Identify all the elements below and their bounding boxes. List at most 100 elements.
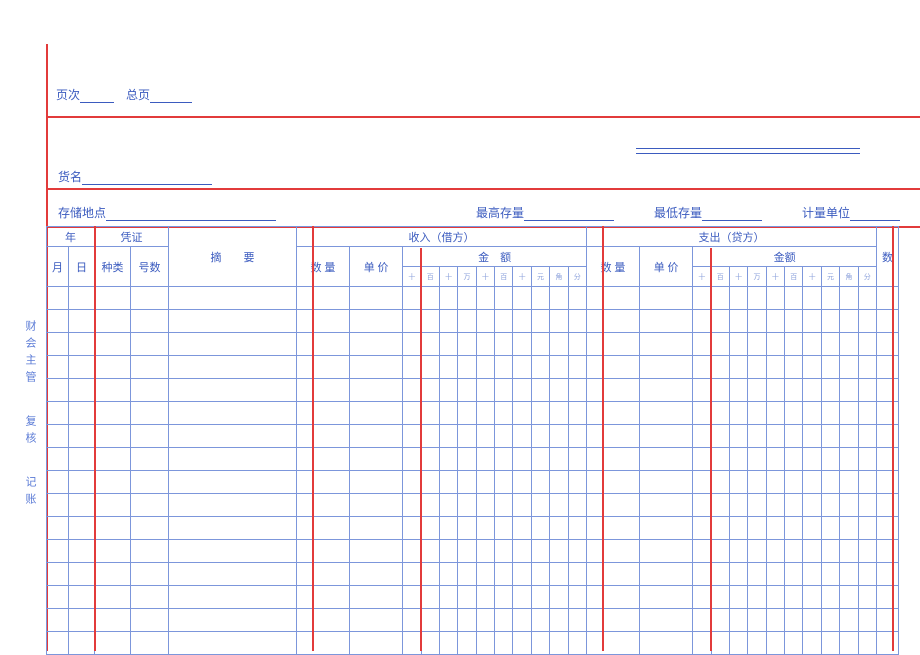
cell [858, 287, 876, 310]
sep-before-amount-in [420, 248, 422, 651]
cell [131, 356, 169, 379]
cell [785, 494, 803, 517]
table-row [47, 517, 899, 540]
cell [877, 540, 899, 563]
cell [840, 632, 858, 655]
cell [458, 517, 476, 540]
cell [95, 379, 131, 402]
cell [350, 402, 403, 425]
cell [421, 402, 439, 425]
cell [169, 287, 297, 310]
cell [439, 402, 457, 425]
cell [69, 356, 95, 379]
cell [403, 425, 421, 448]
cell [840, 333, 858, 356]
cell [766, 333, 784, 356]
cell [729, 333, 747, 356]
cell [587, 333, 640, 356]
cell [95, 287, 131, 310]
table-row [47, 356, 899, 379]
cell [350, 287, 403, 310]
cell [858, 310, 876, 333]
cell [821, 494, 839, 517]
cell [95, 471, 131, 494]
cell [421, 517, 439, 540]
h-price-out: 单 价 [640, 247, 693, 287]
cell [693, 563, 711, 586]
cell [69, 287, 95, 310]
cell [495, 356, 513, 379]
cell [748, 563, 766, 586]
cell [131, 402, 169, 425]
cell [131, 540, 169, 563]
cell [568, 425, 586, 448]
cell [711, 356, 729, 379]
cell [513, 517, 531, 540]
cell [766, 609, 784, 632]
cell [640, 402, 693, 425]
cell [766, 379, 784, 402]
cell [69, 609, 95, 632]
total-page-value [150, 90, 192, 103]
sep-before-amount-out [710, 248, 712, 651]
cell [476, 310, 494, 333]
table-row [47, 333, 899, 356]
cell [568, 471, 586, 494]
cell [350, 471, 403, 494]
cell [531, 333, 549, 356]
cell [495, 379, 513, 402]
cell [350, 356, 403, 379]
cell [877, 379, 899, 402]
storage-field: 存储地点 [58, 204, 276, 221]
cell [95, 517, 131, 540]
cell [729, 632, 747, 655]
cell [421, 287, 439, 310]
cell [297, 540, 350, 563]
cell [568, 310, 586, 333]
cell [640, 333, 693, 356]
cell [766, 402, 784, 425]
cell [766, 425, 784, 448]
cell [47, 471, 69, 494]
cell [169, 333, 297, 356]
cell [568, 356, 586, 379]
cell [495, 448, 513, 471]
max-stock-value [524, 208, 614, 221]
cell [439, 471, 457, 494]
cell [476, 402, 494, 425]
cell [587, 540, 640, 563]
cell [297, 563, 350, 586]
cell [803, 425, 821, 448]
cell [131, 632, 169, 655]
cell [748, 540, 766, 563]
table-row [47, 402, 899, 425]
cell [568, 517, 586, 540]
cell [568, 540, 586, 563]
page-no-label: 页次 [56, 88, 80, 102]
cell [729, 586, 747, 609]
cell [711, 632, 729, 655]
cell [495, 425, 513, 448]
cell [297, 356, 350, 379]
cell [495, 563, 513, 586]
cell [587, 563, 640, 586]
cell [47, 540, 69, 563]
cell [403, 632, 421, 655]
cell [47, 287, 69, 310]
cell [458, 609, 476, 632]
cell [403, 517, 421, 540]
cell [711, 333, 729, 356]
cell [131, 379, 169, 402]
cell [858, 333, 876, 356]
cell [858, 448, 876, 471]
cell [458, 333, 476, 356]
cell [476, 586, 494, 609]
cell [587, 494, 640, 517]
cell [495, 287, 513, 310]
cell [297, 425, 350, 448]
cell [729, 609, 747, 632]
cell [748, 402, 766, 425]
digit-unit: 分 [568, 267, 586, 287]
cell [421, 310, 439, 333]
title-line-2 [636, 153, 860, 154]
